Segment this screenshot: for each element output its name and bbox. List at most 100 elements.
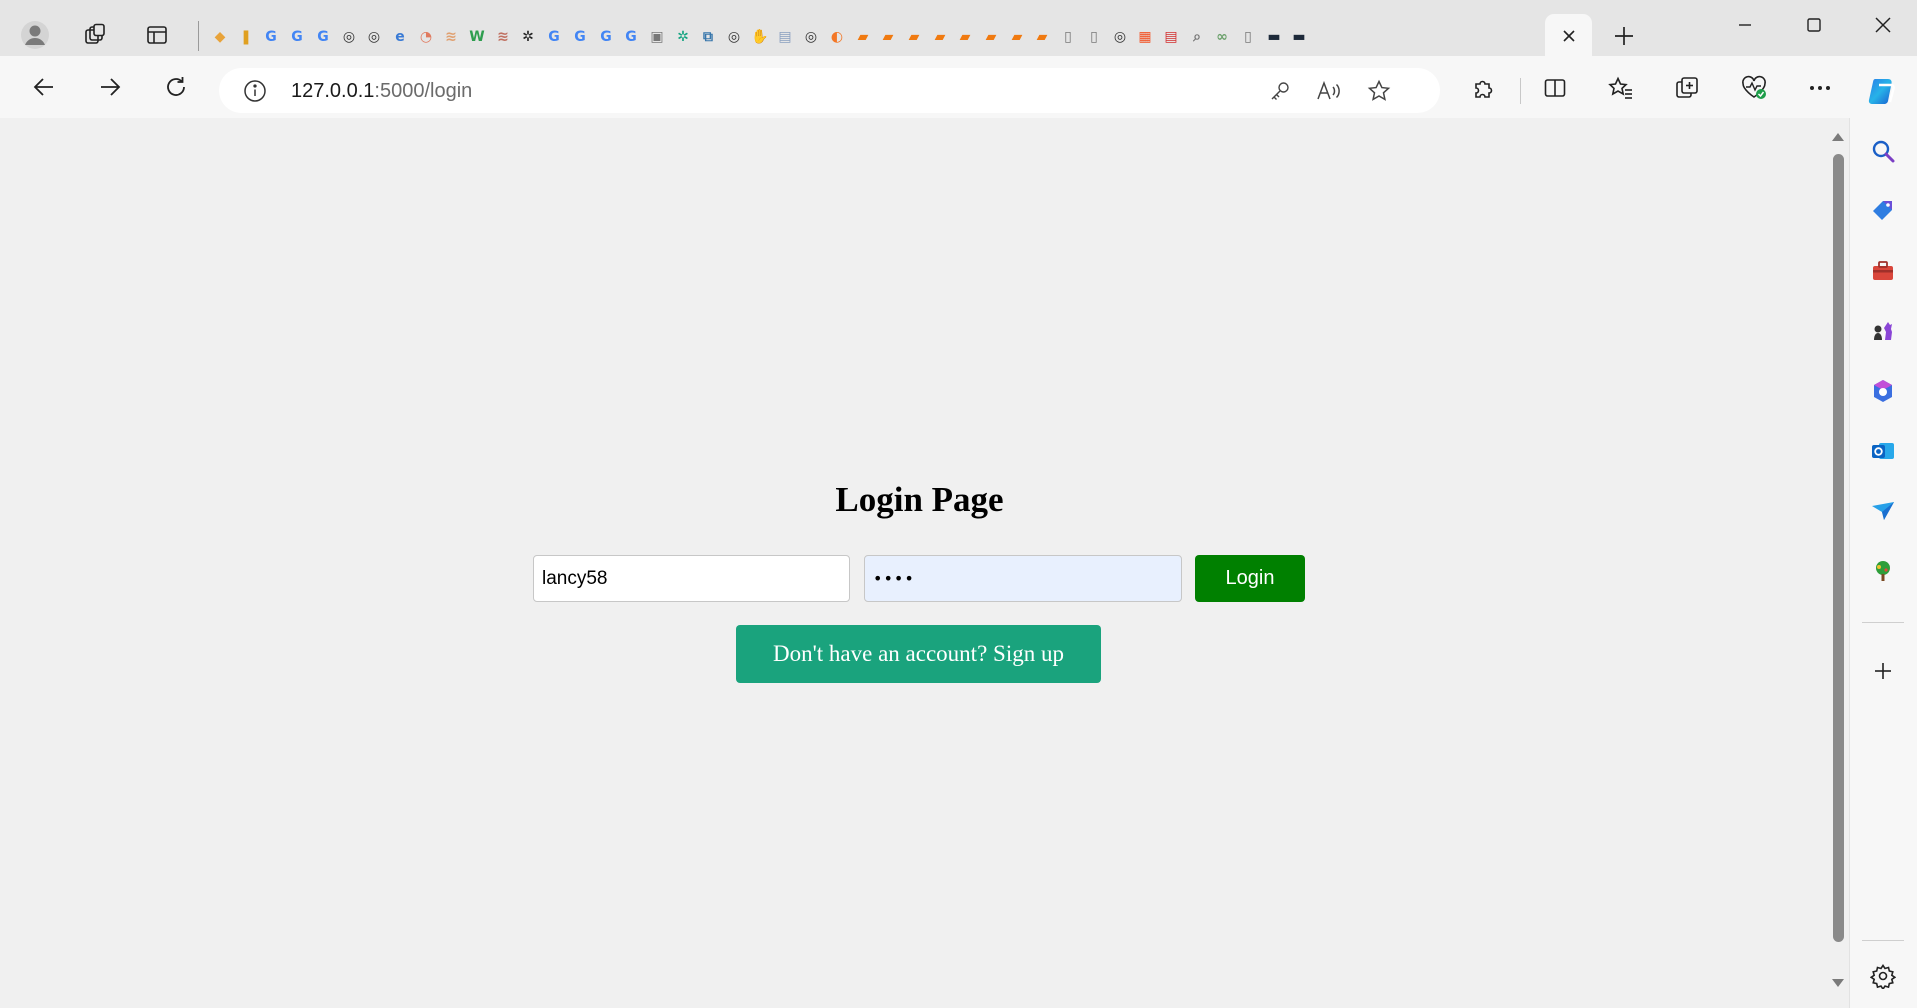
pinned-tab[interactable]: ▤ bbox=[773, 24, 797, 50]
scrollbar-thumb[interactable] bbox=[1833, 154, 1844, 942]
page-icon: ▯ bbox=[1090, 29, 1098, 45]
password-input[interactable]: •••• bbox=[864, 555, 1182, 602]
pinned-tab[interactable]: ▯ bbox=[1082, 24, 1106, 50]
book-icon: ▰ bbox=[934, 29, 946, 45]
minimize-window-icon[interactable] bbox=[1710, 0, 1779, 50]
pinned-tab[interactable]: ✋ bbox=[748, 24, 772, 50]
sidebar-search-icon[interactable] bbox=[1865, 133, 1901, 169]
read-aloud-icon[interactable] bbox=[1314, 76, 1344, 106]
vertical-scrollbar[interactable] bbox=[1827, 118, 1849, 1006]
pinned-tab[interactable]: G bbox=[259, 24, 283, 50]
scroll-down-arrow-icon[interactable] bbox=[1831, 976, 1845, 990]
pinned-tab[interactable]: ◎ bbox=[722, 24, 746, 50]
pinned-tab[interactable]: ≋ bbox=[439, 24, 463, 50]
new-tab-button[interactable] bbox=[1605, 17, 1643, 55]
close-window-icon[interactable] bbox=[1848, 0, 1917, 50]
pinned-tab[interactable]: G bbox=[568, 24, 592, 50]
pinned-tab[interactable]: ▰ bbox=[979, 24, 1003, 50]
pinned-tab[interactable]: ▬ bbox=[1262, 24, 1286, 50]
pinned-tab[interactable]: ▯ bbox=[1056, 24, 1080, 50]
sidebar-shopping-tag-icon[interactable] bbox=[1865, 193, 1901, 229]
sidebar-tree-icon[interactable] bbox=[1865, 553, 1901, 589]
sidebar-outlook-icon[interactable] bbox=[1865, 433, 1901, 469]
pinned-tab[interactable]: ◎ bbox=[337, 24, 361, 50]
google-icon: G bbox=[265, 29, 277, 45]
active-tab[interactable] bbox=[1545, 14, 1592, 58]
back-arrow-icon[interactable] bbox=[23, 66, 65, 108]
edge-e-icon: e bbox=[395, 29, 405, 45]
google-icon: G bbox=[600, 29, 612, 45]
sidebar-games-chess-icon[interactable] bbox=[1865, 313, 1901, 349]
pinned-tab[interactable]: G bbox=[619, 24, 643, 50]
pinned-tab[interactable]: ▦ bbox=[1133, 24, 1157, 50]
pinned-tab[interactable]: ▰ bbox=[851, 24, 875, 50]
password-key-icon[interactable] bbox=[1265, 76, 1295, 106]
close-tab-icon[interactable] bbox=[1556, 23, 1582, 49]
sidebar-tools-briefcase-icon[interactable] bbox=[1865, 253, 1901, 289]
pinned-tab[interactable]: ⧉ bbox=[696, 24, 720, 50]
pinned-tab[interactable]: ▰ bbox=[902, 24, 926, 50]
pinned-tab[interactable]: e bbox=[388, 24, 412, 50]
copilot-icon[interactable] bbox=[1864, 72, 1902, 110]
pinned-tab[interactable]: ❚ bbox=[234, 24, 258, 50]
pinned-tab[interactable]: ◎ bbox=[1108, 24, 1132, 50]
pinned-tab[interactable]: ≋ bbox=[491, 24, 515, 50]
maximize-window-icon[interactable] bbox=[1779, 0, 1848, 50]
vertical-tabs-icon[interactable] bbox=[137, 15, 177, 55]
pinned-tab[interactable]: G bbox=[285, 24, 309, 50]
w-icon: W bbox=[469, 29, 485, 45]
pinned-tab[interactable]: ∞ bbox=[1210, 24, 1234, 50]
pinned-tab[interactable]: ▣ bbox=[645, 24, 669, 50]
multicolor-app-icon: ◆ bbox=[214, 29, 226, 45]
pinned-tab[interactable]: ◎ bbox=[362, 24, 386, 50]
sidebar-send-plane-icon[interactable] bbox=[1865, 493, 1901, 529]
sidebar-settings-gear-icon[interactable] bbox=[1865, 958, 1901, 994]
sidebar-add-icon[interactable] bbox=[1865, 653, 1901, 689]
username-input[interactable]: lancy58 bbox=[533, 555, 850, 602]
forward-arrow-icon[interactable] bbox=[89, 66, 131, 108]
pinned-tab[interactable]: G bbox=[542, 24, 566, 50]
book-icon: ▰ bbox=[882, 29, 894, 45]
pinned-tab[interactable]: ▰ bbox=[1005, 24, 1029, 50]
collections-icon[interactable] bbox=[1668, 69, 1706, 107]
sidebar-separator bbox=[1862, 940, 1904, 941]
split-screen-icon[interactable] bbox=[1536, 69, 1574, 107]
url-text[interactable]: 127.0.0.1:5000/login bbox=[291, 80, 472, 103]
scroll-up-arrow-icon[interactable] bbox=[1831, 130, 1845, 144]
google-icon: G bbox=[291, 29, 303, 45]
workspaces-icon[interactable] bbox=[75, 15, 115, 55]
pinned-tab[interactable]: ◆ bbox=[208, 24, 232, 50]
favorites-icon[interactable] bbox=[1602, 69, 1640, 107]
pinned-tab[interactable]: W bbox=[465, 24, 489, 50]
browser-essentials-heart-icon[interactable] bbox=[1735, 69, 1773, 107]
sidebar-microsoft365-icon[interactable] bbox=[1865, 373, 1901, 409]
extensions-puzzle-icon[interactable] bbox=[1465, 69, 1503, 107]
page-icon: ▯ bbox=[1244, 29, 1252, 45]
address-bar[interactable]: 127.0.0.1:5000/login bbox=[219, 68, 1440, 113]
book-icon: ▰ bbox=[908, 29, 920, 45]
favorite-star-icon[interactable] bbox=[1364, 76, 1394, 106]
signup-button[interactable]: Don't have an account? Sign up bbox=[736, 625, 1101, 683]
profile-avatar-icon[interactable] bbox=[15, 15, 55, 55]
pinned-tab[interactable]: G bbox=[594, 24, 618, 50]
pinned-tab[interactable]: ▰ bbox=[1030, 24, 1054, 50]
pinned-tab[interactable]: ✲ bbox=[671, 24, 695, 50]
pinned-tab[interactable]: ▤ bbox=[1159, 24, 1183, 50]
pinned-tab[interactable]: G bbox=[311, 24, 335, 50]
chatgpt-icon: ✲ bbox=[522, 29, 534, 45]
pinned-tab[interactable]: ▯ bbox=[1236, 24, 1260, 50]
pinned-tab[interactable]: ▬ bbox=[1287, 24, 1311, 50]
refresh-icon[interactable] bbox=[155, 66, 197, 108]
pinned-tab[interactable]: ◐ bbox=[825, 24, 849, 50]
site-info-icon[interactable] bbox=[243, 79, 267, 103]
pinned-tab[interactable]: ▰ bbox=[876, 24, 900, 50]
pinned-tab[interactable]: ⌕ bbox=[1185, 24, 1209, 50]
pinned-tab[interactable]: ◔ bbox=[414, 24, 438, 50]
page-viewport: Login Page lancy58 •••• Login Don't have… bbox=[2, 118, 1827, 1006]
pinned-tab[interactable]: ✲ bbox=[516, 24, 540, 50]
more-options-icon[interactable] bbox=[1801, 69, 1839, 107]
login-button[interactable]: Login bbox=[1195, 555, 1305, 602]
pinned-tab[interactable]: ◎ bbox=[799, 24, 823, 50]
pinned-tab[interactable]: ▰ bbox=[928, 24, 952, 50]
pinned-tab[interactable]: ▰ bbox=[953, 24, 977, 50]
